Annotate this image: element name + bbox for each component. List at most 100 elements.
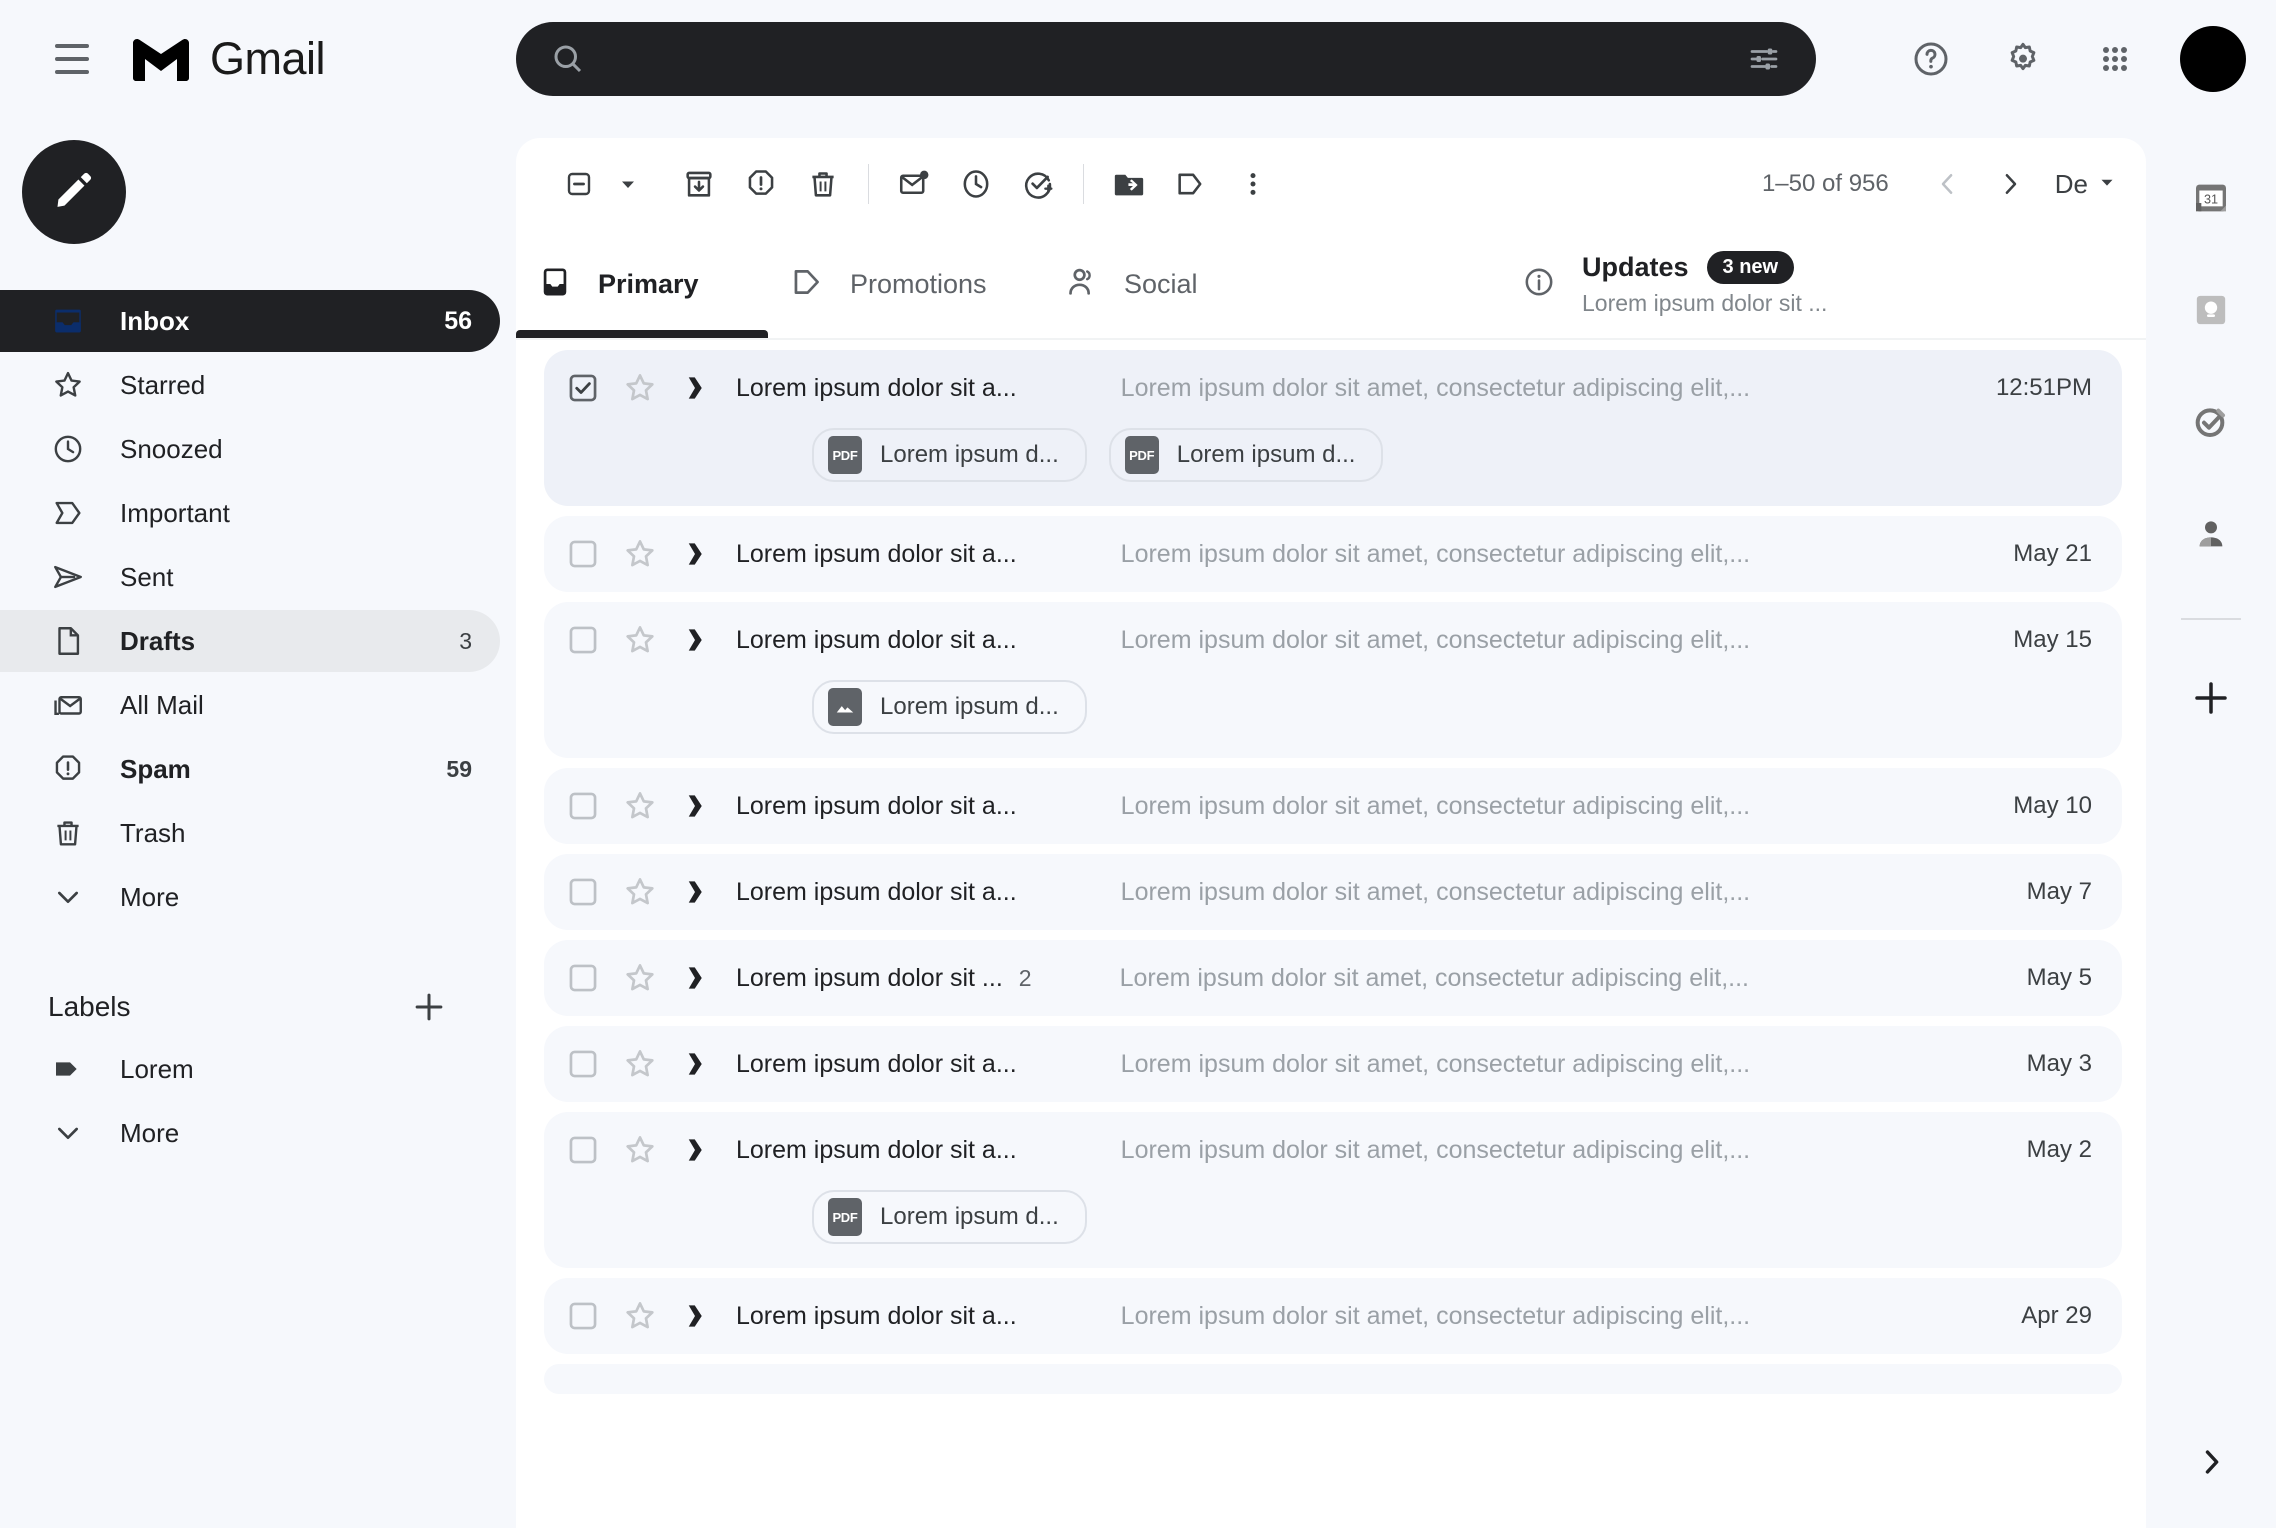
sidebar-item-drafts[interactable]: Drafts 3 bbox=[0, 610, 500, 672]
row-checkbox[interactable] bbox=[566, 789, 600, 823]
archive-button[interactable] bbox=[668, 153, 730, 215]
labels-title: Labels bbox=[48, 991, 131, 1022]
important-marker-icon[interactable] bbox=[680, 1049, 710, 1079]
attachment-chip[interactable]: PDF Lorem ipsum d... bbox=[1108, 428, 1384, 482]
table-row[interactable] bbox=[544, 1364, 2122, 1394]
table-row[interactable]: Lorem ipsum dolor sit a... Lorem ipsum d… bbox=[544, 602, 2122, 758]
gear-icon[interactable] bbox=[1992, 28, 2054, 90]
sidebar-item-important[interactable]: Important bbox=[0, 482, 500, 544]
snooze-button[interactable] bbox=[945, 153, 1007, 215]
tab-primary[interactable]: Primary bbox=[516, 230, 768, 338]
star-icon[interactable] bbox=[622, 536, 658, 572]
sidebar-labels-more[interactable]: More bbox=[0, 1102, 500, 1164]
density-selector[interactable]: De bbox=[2055, 169, 2118, 200]
mail-toolbar: 1–50 of 956 De bbox=[516, 138, 2146, 230]
hamburger-menu-icon[interactable] bbox=[36, 23, 108, 95]
labels-list: Lorem More bbox=[0, 1038, 500, 1164]
sidebar-item-starred[interactable]: Starred bbox=[0, 354, 500, 416]
labels-button[interactable] bbox=[1160, 153, 1222, 215]
plus-icon[interactable] bbox=[410, 988, 448, 1026]
tasks-check-icon[interactable] bbox=[2177, 388, 2245, 456]
select-dropdown-caret[interactable] bbox=[610, 153, 646, 215]
row-checkbox[interactable] bbox=[566, 623, 600, 657]
sidebar-item-snoozed[interactable]: Snoozed bbox=[0, 418, 500, 480]
important-marker-icon[interactable] bbox=[680, 539, 710, 569]
attachment-name: Lorem ipsum d... bbox=[880, 441, 1059, 468]
apps-grid-icon[interactable] bbox=[2084, 28, 2146, 90]
star-icon[interactable] bbox=[622, 1046, 658, 1082]
table-row[interactable]: Lorem ipsum dolor sit a... Lorem ipsum d… bbox=[544, 516, 2122, 592]
table-row[interactable]: Lorem ipsum dolor sit a... Lorem ipsum d… bbox=[544, 768, 2122, 844]
sidebar-label-lorem[interactable]: Lorem bbox=[0, 1038, 500, 1100]
tab-updates[interactable]: Updates 3 new Lorem ipsum dolor sit ... bbox=[1332, 230, 1827, 338]
row-checkbox[interactable] bbox=[566, 961, 600, 995]
row-checkbox[interactable] bbox=[566, 371, 600, 405]
sidebar-item-trash[interactable]: Trash bbox=[0, 802, 500, 864]
important-marker-icon[interactable] bbox=[680, 963, 710, 993]
row-checkbox[interactable] bbox=[566, 1047, 600, 1081]
table-row[interactable]: Lorem ipsum dolor sit a... Lorem ipsum d… bbox=[544, 1112, 2122, 1268]
pagination-prev-button[interactable] bbox=[1917, 153, 1979, 215]
important-marker-icon[interactable] bbox=[680, 791, 710, 821]
status-badge: 3 new bbox=[1706, 251, 1795, 284]
tab-promotions[interactable]: Promotions bbox=[768, 230, 1042, 338]
row-checkbox[interactable] bbox=[566, 1299, 600, 1333]
keep-lightbulb-icon[interactable] bbox=[2177, 276, 2245, 344]
chevron-down-icon bbox=[48, 877, 88, 917]
tune-filter-icon[interactable] bbox=[1746, 41, 1782, 77]
star-icon[interactable] bbox=[622, 1132, 658, 1168]
sidebar-item-count: 59 bbox=[446, 755, 472, 782]
account-avatar[interactable] bbox=[2180, 26, 2246, 92]
attachment-chip[interactable]: PDF Lorem ipsum d... bbox=[812, 1190, 1087, 1244]
email-date: May 10 bbox=[2013, 792, 2092, 819]
important-marker-icon[interactable] bbox=[680, 1135, 710, 1165]
more-options-button[interactable] bbox=[1222, 153, 1284, 215]
important-marker-icon[interactable] bbox=[680, 877, 710, 907]
star-icon[interactable] bbox=[622, 960, 658, 996]
important-marker-icon[interactable] bbox=[680, 373, 710, 403]
mark-unread-button[interactable] bbox=[883, 153, 945, 215]
move-to-button[interactable] bbox=[1098, 153, 1160, 215]
plus-icon[interactable] bbox=[2177, 664, 2245, 732]
star-icon[interactable] bbox=[622, 1298, 658, 1334]
sidebar-item-more[interactable]: More bbox=[0, 866, 500, 928]
send-icon bbox=[48, 557, 88, 597]
tab-social[interactable]: Social bbox=[1042, 230, 1332, 338]
select-all-checkbox[interactable] bbox=[548, 153, 610, 215]
row-checkbox[interactable] bbox=[566, 1133, 600, 1167]
contacts-person-icon[interactable] bbox=[2177, 500, 2245, 568]
row-checkbox[interactable] bbox=[566, 537, 600, 571]
important-marker-icon[interactable] bbox=[680, 625, 710, 655]
help-circle-icon[interactable] bbox=[1900, 28, 1962, 90]
table-row[interactable]: Lorem ipsum dolor sit ... 2 Lorem ipsum … bbox=[544, 940, 2122, 1016]
expand-panel-chevron-right-icon[interactable] bbox=[2181, 1432, 2241, 1492]
table-row[interactable]: Lorem ipsum dolor sit a... Lorem ipsum d… bbox=[544, 1026, 2122, 1102]
attachment-chip[interactable]: Lorem ipsum d... bbox=[812, 680, 1087, 734]
star-icon[interactable] bbox=[622, 874, 658, 910]
search-bar[interactable] bbox=[516, 22, 1816, 96]
table-row[interactable]: Lorem ipsum dolor sit a... Lorem ipsum d… bbox=[544, 854, 2122, 930]
pagination-next-button[interactable] bbox=[1979, 153, 2041, 215]
report-spam-button[interactable] bbox=[730, 153, 792, 215]
compose-button[interactable] bbox=[22, 140, 126, 244]
important-marker-icon[interactable] bbox=[680, 1301, 710, 1331]
sidebar-item-spam[interactable]: Spam 59 bbox=[0, 738, 500, 800]
star-icon[interactable] bbox=[622, 788, 658, 824]
row-checkbox[interactable] bbox=[566, 875, 600, 909]
add-to-tasks-button[interactable] bbox=[1007, 153, 1069, 215]
sidebar-item-inbox[interactable]: Inbox 56 bbox=[0, 290, 500, 352]
sidebar-item-all-mail[interactable]: All Mail bbox=[0, 674, 500, 736]
category-tabs: Primary Promotions Social Updates 3 new bbox=[516, 230, 2146, 340]
delete-button[interactable] bbox=[792, 153, 854, 215]
attachment-chip[interactable]: PDF Lorem ipsum d... bbox=[812, 428, 1087, 482]
table-row[interactable]: Lorem ipsum dolor sit a... Lorem ipsum d… bbox=[544, 1278, 2122, 1354]
table-row[interactable]: Lorem ipsum dolor sit a... Lorem ipsum d… bbox=[544, 350, 2122, 506]
search-input[interactable] bbox=[612, 44, 1726, 74]
caret-down-icon bbox=[2096, 171, 2118, 198]
star-icon[interactable] bbox=[622, 370, 658, 406]
calendar-31-icon[interactable]: 31 bbox=[2177, 164, 2245, 232]
sidebar-item-count: 3 bbox=[459, 627, 472, 654]
sidebar-item-sent[interactable]: Sent bbox=[0, 546, 500, 608]
star-icon[interactable] bbox=[622, 622, 658, 658]
email-sender: Lorem ipsum dolor sit a... bbox=[736, 539, 1017, 568]
